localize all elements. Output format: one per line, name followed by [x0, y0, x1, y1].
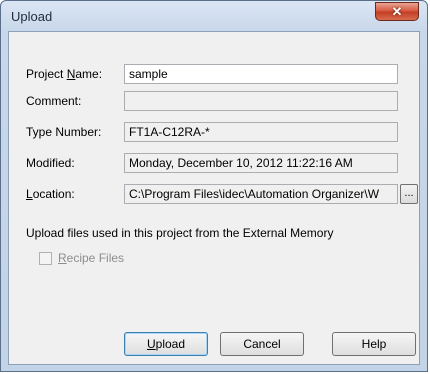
location-label: Location: [26, 187, 75, 201]
modified-field: Monday, December 10, 2012 11:22:16 AM [124, 153, 398, 173]
recipe-files-label: Recipe Files [58, 251, 125, 265]
upload-dialog: Upload ✕ Project Name: sample Comment: T… [0, 0, 428, 372]
recipe-files-checkbox[interactable] [39, 251, 52, 265]
comment-label: Comment: [26, 94, 82, 108]
comment-field [124, 91, 398, 111]
location-field[interactable]: C:\Program Files\idec\Automation Organiz… [124, 184, 398, 204]
cancel-button[interactable]: Cancel [220, 332, 304, 356]
window-title: Upload [11, 9, 53, 24]
close-button[interactable]: ✕ [375, 2, 419, 21]
upload-description: Upload files used in this project from t… [26, 226, 334, 240]
upload-button[interactable]: Upload [124, 332, 208, 356]
close-icon: ✕ [391, 3, 403, 19]
project-name-input[interactable]: sample [124, 64, 398, 84]
modified-label: Modified: [26, 156, 75, 170]
type-number-label: Type Number: [26, 125, 102, 139]
recipe-files-checkbox-row[interactable]: Recipe Files [39, 251, 124, 265]
dialog-client-area: Project Name: sample Comment: Type Numbe… [8, 31, 420, 365]
project-name-label: Project Name: [26, 67, 103, 81]
title-bar[interactable]: Upload ✕ [1, 1, 427, 31]
browse-button[interactable]: ... [400, 184, 418, 204]
help-button[interactable]: Help [332, 332, 416, 356]
type-number-field: FT1A-C12RA-* [124, 122, 398, 142]
